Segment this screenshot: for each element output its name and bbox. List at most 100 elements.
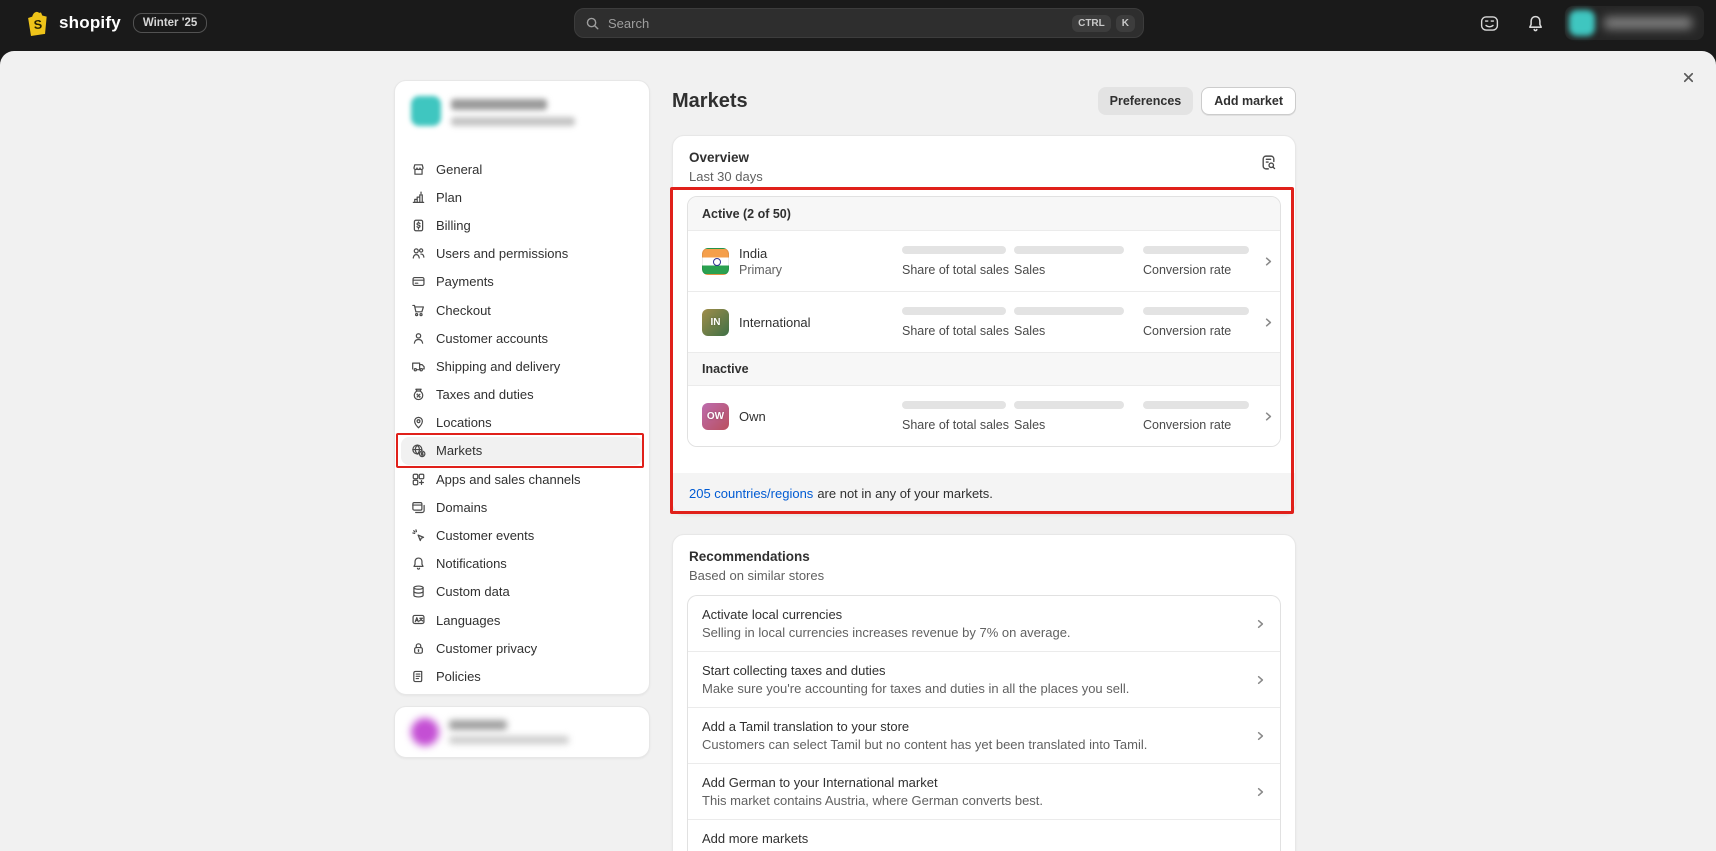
- metric-placeholder-bar: [902, 246, 1006, 254]
- footer-text: are not in any of your markets.: [817, 486, 993, 501]
- sidebar-item-label: Customer privacy: [436, 641, 537, 656]
- notifications-button[interactable]: [1519, 7, 1551, 39]
- recommendations-card-header: Recommendations Based on similar stores: [673, 535, 1295, 583]
- payments-icon: [411, 274, 426, 289]
- sidebar-item-policies[interactable]: Policies: [395, 662, 649, 690]
- sidebar-item-apps-and-sales-channels[interactable]: Apps and sales channels: [395, 465, 649, 493]
- sidebar-item-domains[interactable]: Domains: [395, 493, 649, 521]
- store-header[interactable]: [395, 81, 649, 155]
- add-market-button[interactable]: Add market: [1201, 87, 1296, 115]
- recommendation-add-more-markets[interactable]: Add more markets: [688, 819, 1280, 851]
- domains-icon: [411, 500, 426, 515]
- report-search-button[interactable]: [1255, 149, 1281, 175]
- sidebar-item-general[interactable]: General: [395, 155, 649, 183]
- sidekick-icon: [1479, 13, 1500, 34]
- search-input[interactable]: Search CTRL K: [574, 8, 1144, 38]
- sidebar-item-languages[interactable]: Languages: [395, 606, 649, 634]
- india-flag-icon: [702, 248, 729, 275]
- countries-regions-link[interactable]: 205 countries/regions: [689, 486, 813, 501]
- metric-label: Conversion rate: [1143, 418, 1261, 432]
- own-market-badge: OW: [702, 403, 729, 430]
- recommendation-description: Make sure you're accounting for taxes an…: [702, 681, 1236, 696]
- metric-label: Conversion rate: [1143, 263, 1261, 277]
- users-icon: [411, 246, 426, 261]
- sidebar-item-label: Apps and sales channels: [436, 472, 581, 487]
- tax-bag-icon: [411, 387, 426, 402]
- kbd-k: K: [1116, 15, 1135, 32]
- bell-icon: [411, 556, 426, 571]
- recommendation-add-tamil-translation[interactable]: Add a Tamil translation to your store Cu…: [688, 707, 1280, 763]
- preferences-button[interactable]: Preferences: [1098, 87, 1194, 115]
- chevron-right-icon: [1253, 616, 1268, 631]
- metric-label: Conversion rate: [1143, 324, 1261, 338]
- sidebar-item-checkout[interactable]: Checkout: [395, 296, 649, 324]
- sidebar-item-label: Policies: [436, 669, 481, 684]
- sidebar-item-custom-data[interactable]: Custom data: [395, 578, 649, 606]
- close-button[interactable]: [1674, 63, 1702, 91]
- sidebar-item-markets[interactable]: Markets: [401, 437, 643, 465]
- sidekick-button[interactable]: [1473, 7, 1505, 39]
- sidebar-item-taxes-and-duties[interactable]: Taxes and duties: [395, 381, 649, 409]
- sidebar-item-plan[interactable]: Plan: [395, 183, 649, 211]
- recommendations-card: Recommendations Based on similar stores …: [672, 534, 1296, 851]
- sidebar-item-billing[interactable]: Billing: [395, 211, 649, 239]
- chevron-right-icon: [1261, 409, 1276, 424]
- sidebar-item-customer-privacy[interactable]: Customer privacy: [395, 634, 649, 662]
- person-icon: [411, 331, 426, 346]
- store-name-redacted: [1604, 17, 1692, 29]
- recommendation-title: Add more markets: [702, 831, 1236, 846]
- sidebar-item-users-and-permissions[interactable]: Users and permissions: [395, 240, 649, 268]
- sidebar-item-label: Customer accounts: [436, 331, 548, 346]
- store-account-menu[interactable]: [1565, 6, 1704, 40]
- metric-placeholder-bar: [902, 307, 1006, 315]
- overview-card: Overview Last 30 days Active (2 of 50) I…: [672, 135, 1296, 515]
- market-name: India: [739, 246, 902, 261]
- markets-list: Active (2 of 50) India Primary Share of …: [687, 196, 1281, 447]
- apps-grid-icon: [411, 472, 426, 487]
- market-row-own[interactable]: OW Own Share of total sales Sales Conver…: [688, 385, 1280, 446]
- page-title: Markets: [672, 90, 748, 113]
- recommendation-activate-local-currencies[interactable]: Activate local currencies Selling in loc…: [688, 596, 1280, 651]
- store-icon: [411, 162, 426, 177]
- secondary-account-card[interactable]: [394, 706, 650, 758]
- metric-label: Sales: [1014, 418, 1143, 432]
- metric-placeholder-bar: [1014, 246, 1124, 254]
- map-pin-icon: [411, 415, 426, 430]
- sidebar-item-label: Taxes and duties: [436, 387, 534, 402]
- cursor-click-icon: [411, 528, 426, 543]
- sidebar-item-label: Customer events: [436, 528, 534, 543]
- close-icon: [1681, 70, 1696, 85]
- recommendations-subtitle: Based on similar stores: [689, 568, 1279, 583]
- store-avatar: [1569, 10, 1595, 36]
- market-row-india[interactable]: India Primary Share of total sales Sales…: [688, 230, 1280, 291]
- sidebar-item-notifications[interactable]: Notifications: [395, 550, 649, 578]
- store-avatar: [411, 96, 441, 126]
- sidebar-item-locations[interactable]: Locations: [395, 409, 649, 437]
- metric-label: Sales: [1014, 263, 1143, 277]
- sidebar-item-customer-events[interactable]: Customer events: [395, 521, 649, 549]
- international-market-badge: IN: [702, 309, 729, 336]
- settings-sidebar: General Plan Billing Users and permissio…: [394, 80, 650, 695]
- metric-placeholder-bar: [1143, 307, 1249, 315]
- sidebar-item-label: Markets: [436, 443, 482, 458]
- sidebar-item-payments[interactable]: Payments: [395, 268, 649, 296]
- user-email-blur: [449, 736, 569, 744]
- chevron-right-icon: [1261, 315, 1276, 330]
- chevron-right-icon: [1253, 672, 1268, 687]
- metric-placeholder-bar: [1014, 401, 1124, 409]
- markets-page: Markets Preferences Add market Overview …: [672, 51, 1296, 851]
- truck-icon: [411, 359, 426, 374]
- overview-subtitle: Last 30 days: [689, 169, 1279, 184]
- recommendation-title: Activate local currencies: [702, 607, 1236, 622]
- sidebar-item-shipping-and-delivery[interactable]: Shipping and delivery: [395, 352, 649, 380]
- sidebar-item-customer-accounts[interactable]: Customer accounts: [395, 324, 649, 352]
- recommendations-title: Recommendations: [689, 549, 1279, 564]
- recommendation-collect-taxes-duties[interactable]: Start collecting taxes and duties Make s…: [688, 651, 1280, 707]
- recommendation-description: This market contains Austria, where Germ…: [702, 793, 1236, 808]
- sidebar-item-label: Billing: [436, 218, 471, 233]
- market-row-international[interactable]: IN International Share of total sales Sa…: [688, 291, 1280, 352]
- metric-placeholder-bar: [1014, 307, 1124, 315]
- plan-icon: [411, 190, 426, 205]
- shopify-logo[interactable]: S shopify Winter '25: [26, 0, 207, 46]
- recommendation-add-german[interactable]: Add German to your International market …: [688, 763, 1280, 819]
